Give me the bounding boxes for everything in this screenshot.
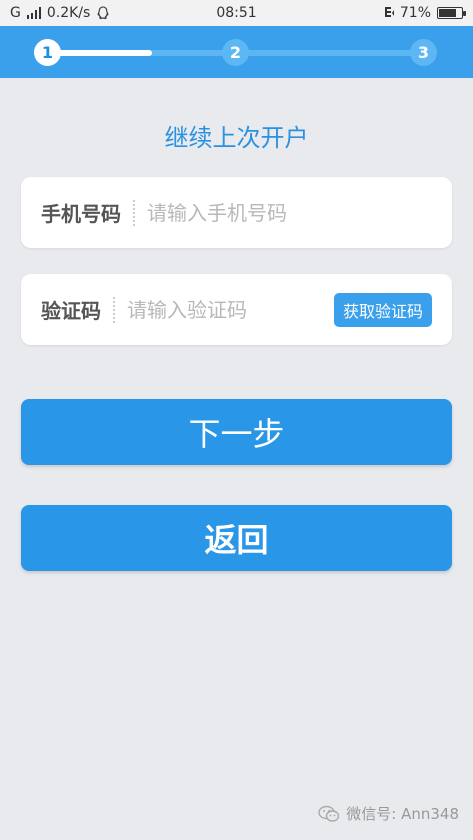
code-label: 验证码 — [41, 299, 101, 323]
step-1: 1 — [34, 39, 61, 66]
page-title: 继续上次开户 — [164, 124, 309, 152]
phone-input[interactable] — [147, 200, 367, 225]
signal-icon — [26, 7, 41, 19]
status-right: 71% — [384, 5, 466, 21]
field-divider — [133, 199, 135, 226]
back-button[interactable]: 返回 — [21, 505, 452, 571]
progress-fill — [47, 50, 152, 56]
wechat-watermark: 微信号: Ann348 — [318, 803, 459, 824]
phone-label: 手机号码 — [41, 202, 121, 226]
network-speed: 0.2K/s — [46, 5, 91, 21]
code-input[interactable] — [127, 297, 317, 322]
battery-percent: 71% — [399, 5, 431, 21]
field-divider — [113, 296, 115, 323]
battery-icon — [437, 7, 466, 19]
wechat-icon — [318, 805, 340, 822]
phone-card: 手机号码 — [21, 177, 452, 248]
status-bar: G 0.2K/s 08:51 71% — [0, 0, 473, 26]
next-step-button[interactable]: 下一步 — [21, 399, 452, 465]
qq-icon — [97, 6, 109, 19]
code-card: 验证码 获取验证码 — [21, 274, 452, 345]
step-3: 3 — [410, 39, 437, 66]
step-2: 2 — [222, 39, 249, 66]
step-progress: 1 2 3 — [0, 26, 473, 78]
data-charging-icon — [384, 7, 394, 17]
get-code-button[interactable]: 获取验证码 — [334, 293, 432, 327]
network-type: G — [10, 5, 21, 21]
watermark-text: 微信号: Ann348 — [346, 805, 459, 823]
status-left: G 0.2K/s — [10, 5, 110, 21]
